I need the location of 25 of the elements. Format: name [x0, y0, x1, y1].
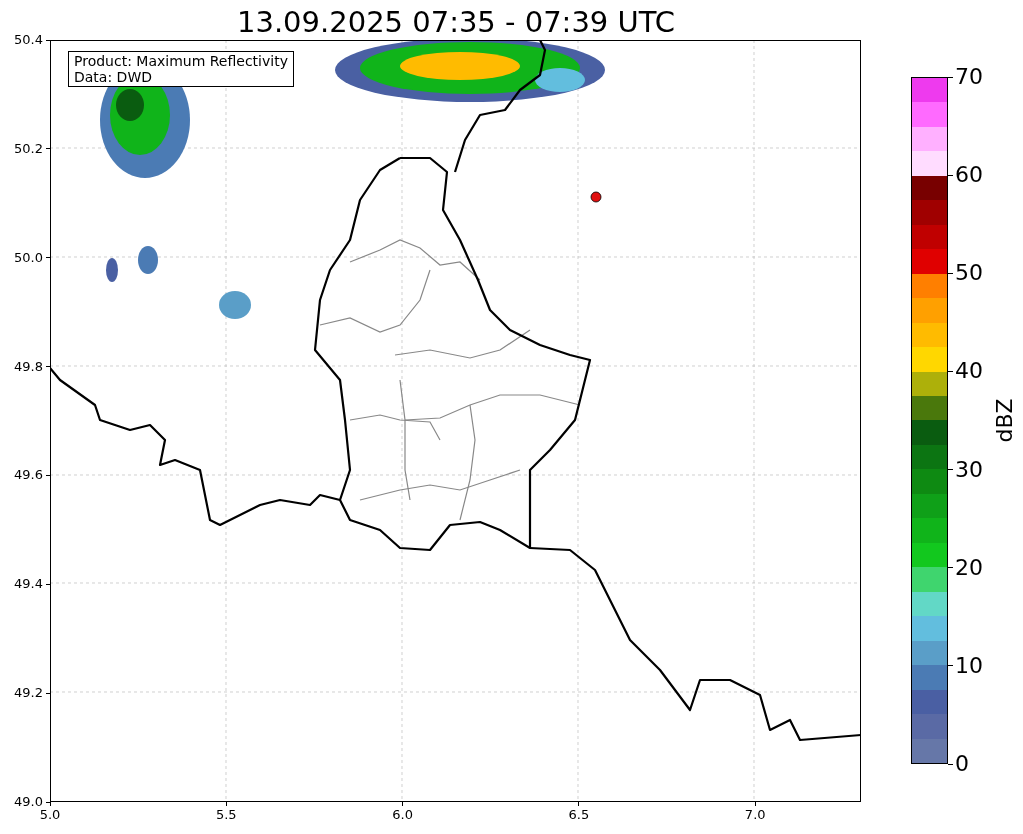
y-tick-label: 49.8 [14, 358, 43, 375]
colorbar-tick-label: 10 [955, 652, 983, 679]
colorbar-tick-label: 60 [955, 162, 983, 189]
colorbar-tick-label: 40 [955, 358, 983, 385]
colorbar-tick-label: 20 [955, 554, 983, 581]
colorbar-label: dBZ [990, 398, 1018, 443]
annotation-text: Data: DWD [74, 69, 153, 85]
x-tick-label: 5.0 [38, 807, 62, 823]
x-tick-label: 5.5 [214, 807, 238, 823]
y-tick-label: 50.0 [14, 249, 43, 266]
y-tick-label: 50.4 [14, 32, 43, 48]
colorbar-tick-label: 50 [955, 260, 983, 287]
colorbar-tick-label: 30 [955, 456, 983, 483]
y-tick-label: 49.2 [14, 685, 43, 702]
x-tick-label: 7.0 [743, 807, 767, 823]
y-tick-label: 49.6 [14, 467, 43, 484]
colorbar-tick-label: 0 [955, 751, 969, 777]
annotation-text: Product: Maximum Reflectivity [74, 53, 288, 69]
y-tick-label: 49.4 [14, 576, 43, 593]
chart-title: 13.09.2025 07:35 - 07:39 UTC [236, 4, 676, 40]
x-tick-label: 6.0 [391, 807, 414, 823]
y-tick-label: 49.0 [14, 794, 43, 810]
x-tick-label: 6.5 [567, 807, 591, 823]
y-tick-label: 50.2 [14, 140, 43, 157]
colorbar-tick-label: 70 [955, 64, 983, 90]
